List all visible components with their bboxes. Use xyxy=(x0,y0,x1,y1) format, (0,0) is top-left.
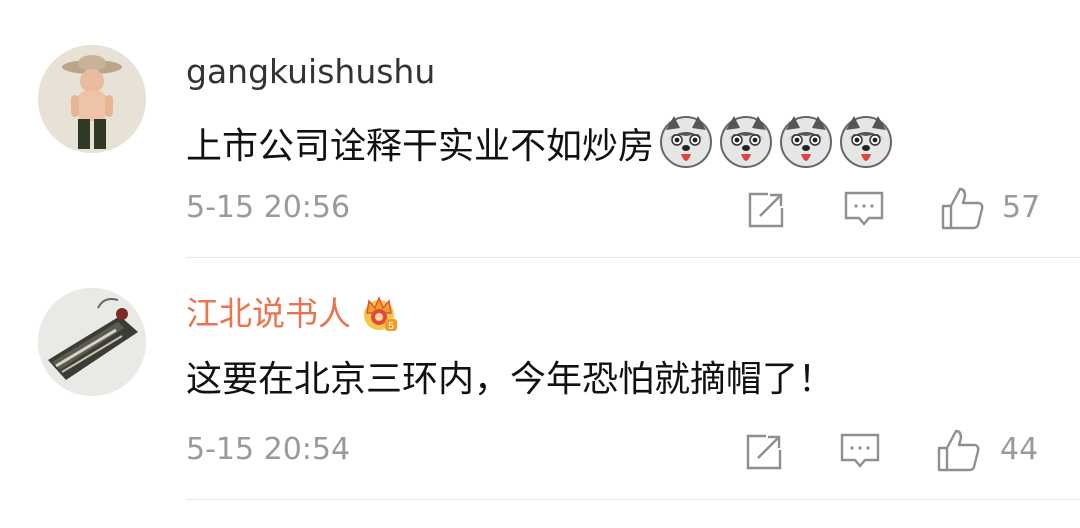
crown-badge-icon: 5 xyxy=(359,293,399,333)
husky-dog-emoji xyxy=(838,114,894,170)
like-count: 57 xyxy=(1002,190,1041,225)
comment-item: 江北说书人 5 这要在北京三环内，今年恐怕就摘帽了！ 5-15 20:54 44 xyxy=(0,258,1080,500)
svg-text:5: 5 xyxy=(388,321,394,332)
share-icon xyxy=(748,192,784,228)
avatar[interactable] xyxy=(38,288,146,396)
avatar[interactable] xyxy=(38,45,146,153)
share-button[interactable] xyxy=(744,432,784,472)
divider xyxy=(186,499,1080,500)
comment-time: 5-15 20:54 xyxy=(186,432,351,467)
like-button[interactable] xyxy=(940,186,986,232)
thumbs-up-icon xyxy=(937,429,980,472)
reply-button[interactable] xyxy=(844,190,884,230)
comment-time: 5-15 20:56 xyxy=(186,190,351,225)
comment-icon xyxy=(840,433,880,468)
husky-dog-emoji xyxy=(778,114,834,170)
comment-icon xyxy=(844,191,884,226)
username-text: 江北说书人 xyxy=(186,294,351,333)
like-count: 44 xyxy=(1000,432,1039,467)
comment-text: 这要在北京三环内，今年恐怕就摘帽了！ xyxy=(186,359,835,400)
thumbs-up-icon xyxy=(941,187,984,230)
comment-body: 上市公司诠释干实业不如炒房 xyxy=(186,126,655,167)
username[interactable]: gangkuishushu xyxy=(186,52,435,92)
husky-dog-emoji xyxy=(718,114,774,170)
share-icon xyxy=(746,434,782,470)
comment-text: 上市公司诠释干实业不如炒房 xyxy=(186,114,894,171)
username[interactable]: 江北说书人 5 xyxy=(186,293,399,334)
husky-dog-emoji xyxy=(658,114,714,170)
like-button[interactable] xyxy=(936,428,982,474)
comment-item: gangkuishushu 上市公司诠释干实业不如炒房 5-15 20:56 5… xyxy=(0,0,1080,258)
reply-button[interactable] xyxy=(840,432,880,472)
share-button[interactable] xyxy=(746,190,786,230)
